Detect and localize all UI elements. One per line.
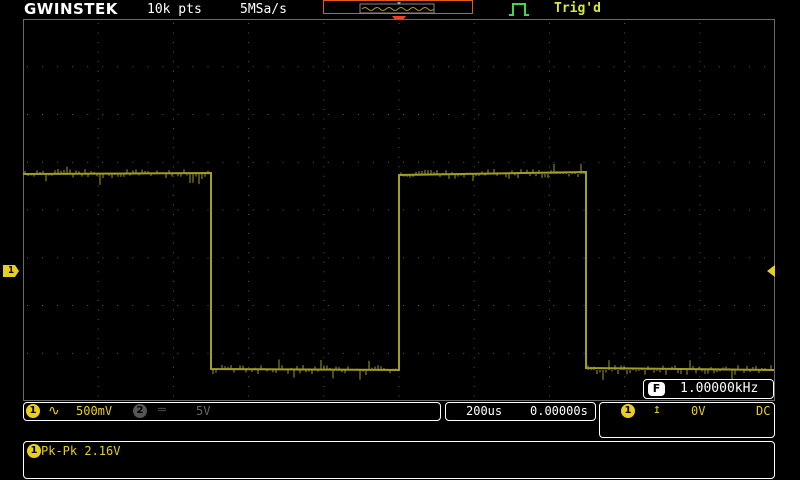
- frequency-icon: F: [648, 382, 665, 396]
- memory-overview-waveform: [359, 2, 435, 14]
- ch2-icon[interactable]: 2: [133, 404, 147, 418]
- brand-logo: GWINSTEK: [24, 0, 118, 18]
- trigger-level[interactable]: 0V: [691, 404, 705, 418]
- waveform-display[interactable]: [23, 19, 775, 401]
- measurement-pk-pk: Pk-Pk 2.16V: [41, 444, 121, 458]
- rising-edge-icon: ↥: [653, 402, 661, 417]
- horizontal-position[interactable]: 0.00000s: [530, 404, 588, 418]
- ch1-volts-per-div[interactable]: 500mV: [76, 404, 112, 418]
- sample-rate: 5MSa/s: [240, 2, 287, 17]
- memory-overview-bar[interactable]: [323, 0, 473, 14]
- ch2-volts-per-div[interactable]: 5V: [196, 404, 210, 418]
- ac-coupling-icon: ∿: [48, 403, 60, 419]
- trigger-status: Trig'd: [554, 1, 601, 16]
- trigger-pulse-icon: [508, 1, 530, 21]
- frequency-value: 1.00000kHz: [680, 381, 759, 396]
- dc-coupling-icon: ═: [158, 403, 166, 418]
- trigger-coupling[interactable]: DC: [756, 404, 770, 418]
- time-per-div[interactable]: 200us: [466, 404, 502, 418]
- ch1-position-marker[interactable]: 1: [3, 265, 19, 277]
- record-length: 10k pts: [147, 2, 202, 17]
- measurement-source-icon: 1: [27, 444, 41, 458]
- measurement-panel[interactable]: [23, 441, 775, 479]
- trigger-level-marker[interactable]: [767, 265, 775, 277]
- ch1-icon[interactable]: 1: [26, 404, 40, 418]
- trigger-source-icon: 1: [621, 404, 635, 418]
